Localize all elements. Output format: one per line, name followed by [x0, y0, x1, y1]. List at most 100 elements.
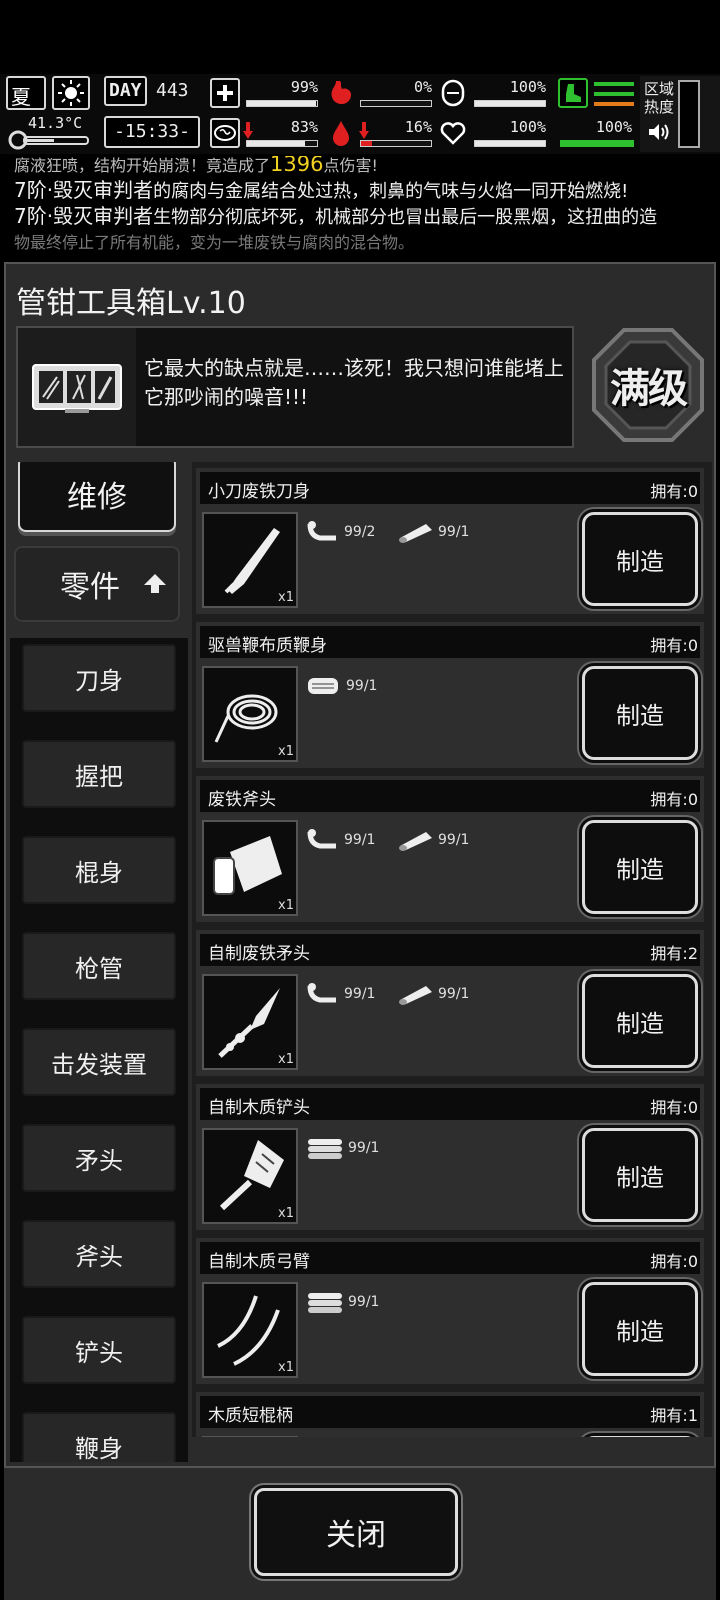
recipe-row: 自制木质铲头 拥有:0 x1 99/1 制造	[196, 1084, 704, 1230]
collapse-arrow-icon	[144, 574, 166, 593]
output-quantity: x1	[278, 1206, 294, 1221]
material-requirement: 99/2	[306, 520, 375, 544]
craft-button[interactable]: 制造	[582, 974, 698, 1068]
owned-count: 拥有:2	[650, 944, 698, 963]
category-parts-button[interactable]: 零件	[14, 546, 180, 622]
owned-count: 拥有:0	[650, 1098, 698, 1117]
subcategory-shaft[interactable]: 棍身	[22, 836, 176, 904]
subcategory-axehead[interactable]: 斧头	[22, 1220, 176, 1288]
owned-count: 拥有:0	[650, 790, 698, 809]
material-count: 99/1	[438, 524, 470, 540]
spear-head-icon: x1	[202, 974, 298, 1070]
temperature-readout: 41.3°C	[28, 114, 83, 132]
wood-log-icon	[399, 832, 432, 851]
sun-icon	[52, 76, 90, 110]
craft-button[interactable]: 制造	[582, 1282, 698, 1376]
material-requirement: 99/1	[306, 1290, 379, 1314]
recipe-name: 废铁斧头	[208, 790, 276, 810]
log-line: 7阶·毁灭审判者的腐肉与金属结合处过热，刺鼻的气味与火焰一同开始燃烧!	[14, 178, 706, 204]
clock: -15:33-	[104, 116, 200, 148]
wood-log-icon	[399, 524, 432, 543]
region-heat-meter	[678, 80, 700, 148]
output-quantity: x1	[278, 1052, 294, 1067]
output-quantity: x1	[278, 1360, 294, 1375]
panel-footer: 关闭	[4, 1466, 716, 1600]
recipe-row: 木质短棍柄 拥有:1	[196, 1392, 704, 1437]
owned-count: 拥有:0	[650, 636, 698, 655]
shovel-head-icon: x1	[202, 1128, 298, 1224]
material-count: 99/1	[346, 678, 378, 694]
material-count: 99/1	[348, 1140, 380, 1156]
planks-icon	[308, 1293, 342, 1313]
recipe-list[interactable]: 小刀废铁刀身 拥有:0 x1 99/2 99/1 制造 驱兽鞭布质鞭身 拥有:0	[192, 462, 712, 1437]
output-quantity: x1	[278, 744, 294, 759]
subcategory-grip[interactable]: 握把	[22, 740, 176, 808]
item-description: 它最大的缺点就是……该死！我只想问谁能堵上它那吵闹的噪音!!!	[144, 356, 564, 409]
subcategory-label: 枪管	[75, 954, 123, 983]
craft-button[interactable]: 制造	[582, 1128, 698, 1222]
material-count: 99/1	[344, 832, 376, 848]
recipe-name: 自制木质弓臂	[208, 1252, 310, 1272]
subcategory-label: 鞭身	[75, 1434, 123, 1463]
craft-button[interactable]: 制造	[582, 666, 698, 760]
category-repair-button[interactable]: 维修	[18, 462, 176, 532]
material-requirement: 99/1	[396, 520, 469, 544]
close-button[interactable]: 关闭	[254, 1488, 458, 1576]
sanity-bar	[246, 140, 318, 147]
crafting-panel: 管钳工具箱Lv.10 它最大的缺点就是……该死！我只想问谁能堵上它那吵闹的噪音!…	[4, 262, 716, 1600]
heart-icon	[438, 118, 468, 148]
recipe-name: 自制废铁矛头	[208, 944, 310, 964]
owned-count: 拥有:0	[650, 482, 698, 501]
helmet-icon	[438, 78, 468, 108]
subcategory-shovelhead[interactable]: 铲头	[22, 1316, 176, 1384]
heart-percent: 100%	[509, 118, 546, 136]
craft-button[interactable]: 制造	[582, 512, 698, 606]
category-label: 零件	[60, 570, 120, 605]
region-heat-panel[interactable]: 区域 热度	[640, 76, 720, 152]
armor-percent: 100%	[509, 78, 546, 96]
recipe-header: 驱兽鞭布质鞭身 拥有:0	[200, 626, 700, 658]
armor-bar	[474, 100, 546, 107]
panel-title: 管钳工具箱Lv.10	[16, 286, 246, 321]
cloth-icon	[308, 678, 338, 694]
recipe-row: 自制木质弓臂 拥有:0 x1 99/1 制造	[196, 1238, 704, 1384]
status-hud: 夏 41.3°C DAY 443 -15:33- 99% 0% 100% 83%	[0, 74, 720, 154]
subcategory-label: 刀身	[75, 666, 123, 695]
whip-coil-icon: x1	[202, 666, 298, 762]
recipe-name: 自制木质铲头	[208, 1098, 310, 1118]
subcategory-label: 棍身	[75, 858, 123, 887]
subcategory-firing-mechanism[interactable]: 击发装置	[22, 1028, 176, 1096]
recipe-name: 木质短棍柄	[208, 1406, 293, 1426]
boot-icon	[558, 78, 588, 108]
bleed-bar	[360, 140, 432, 147]
speaker-icon[interactable]	[646, 122, 672, 142]
recipe-header: 木质短棍柄 拥有:1	[200, 1396, 700, 1428]
damage-number: 1396	[270, 156, 324, 176]
craft-button[interactable]	[582, 1436, 698, 1437]
subcategory-label: 击发装置	[51, 1050, 147, 1079]
log-actor: 7阶·毁灭审判者	[14, 178, 154, 202]
recipe-header: 自制木质弓臂 拥有:0	[200, 1242, 700, 1274]
hunger-bar	[360, 100, 432, 107]
stamina-percent: 100%	[595, 118, 632, 136]
subcategory-spearhead[interactable]: 矛头	[22, 1124, 176, 1192]
health-percent: 99%	[290, 78, 318, 96]
category-label: 维修	[67, 480, 127, 515]
log-actor: 7阶·毁灭审判者	[14, 204, 154, 228]
recipe-header: 小刀废铁刀身 拥有:0	[200, 472, 700, 504]
toolbox-icon	[18, 328, 136, 446]
material-count: 99/1	[344, 986, 376, 1002]
log-text: 点伤害!	[323, 156, 378, 175]
thermometer-icon: 41.3°C	[6, 114, 92, 150]
planks-icon	[308, 1139, 342, 1159]
hunger-percent: 0%	[413, 78, 432, 96]
subcategory-barrel[interactable]: 枪管	[22, 932, 176, 1000]
heart-bar	[474, 140, 546, 147]
item-thumbnail	[202, 1436, 298, 1437]
subcategory-whip-body[interactable]: 鞭身	[22, 1412, 176, 1462]
log-text: 腐液狂喷，结构开始崩溃！竟造成了	[14, 156, 271, 175]
recipe-name: 驱兽鞭布质鞭身	[208, 636, 327, 656]
craft-button[interactable]: 制造	[582, 820, 698, 914]
subcategory-blade[interactable]: 刀身	[22, 644, 176, 712]
knife-blade-icon: x1	[202, 512, 298, 608]
